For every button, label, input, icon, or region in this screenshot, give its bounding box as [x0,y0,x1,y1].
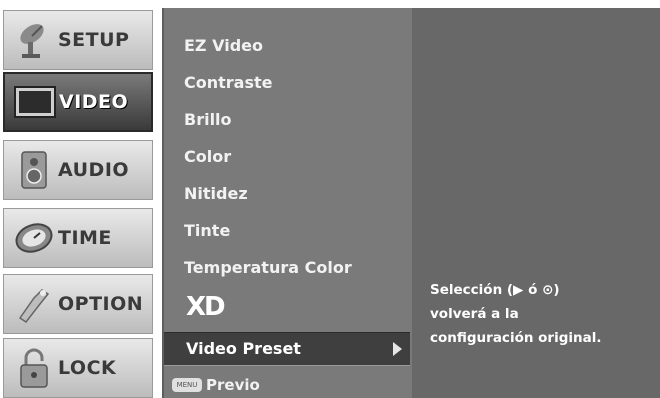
submenu-item-nitidez[interactable]: Nitidez [184,184,248,203]
option-icon [12,282,56,326]
menu-video[interactable]: VIDEO [3,72,153,132]
menu-lock[interactable]: LOCK [3,338,153,398]
submenu-item-ez-video[interactable]: EZ Video [184,36,263,55]
menu-key-icon: MENU [172,378,202,392]
info-text: Selección (▶ ó ⊙) volverá a la configura… [430,278,656,350]
video-submenu: EZ Video Contraste Brillo Color Nitidez … [162,8,412,398]
submenu-item-color[interactable]: Color [184,147,231,166]
menu-time[interactable]: TIME [3,208,153,268]
previous-hint[interactable]: MENU Previo [172,374,260,396]
xd-logo[interactable]: XD [186,292,226,322]
menu-audio[interactable]: AUDIO [3,140,153,200]
video-preset-label: Video Preset [186,339,301,358]
tv-screen-icon [13,80,57,124]
submenu-item-contraste[interactable]: Contraste [184,73,272,92]
category-menu: SETUP VIDEO AUDIO TIME OPTION LOCK [0,0,156,398]
menu-label: VIDEO [59,91,129,113]
menu-label: AUDIO [58,159,130,181]
info-line: configuración original. [430,330,602,346]
menu-label: LOCK [58,357,117,379]
submenu-item-brillo[interactable]: Brillo [184,110,232,129]
menu-setup[interactable]: SETUP [3,10,153,70]
menu-label: SETUP [58,29,130,51]
padlock-icon [12,346,56,390]
info-panel: Selección (▶ ó ⊙) volverá a la configura… [412,8,660,398]
menu-label: OPTION [58,293,144,315]
submenu-item-tinte[interactable]: Tinte [184,221,230,240]
info-line: Selección (▶ ó ⊙) [430,282,560,298]
info-line: volverá a la [430,306,519,322]
submenu-item-video-preset[interactable]: Video Preset [164,332,410,366]
satellite-dish-icon [12,18,56,62]
previous-label: Previo [206,376,260,394]
menu-label: TIME [58,227,112,249]
chevron-right-icon [393,342,402,356]
clock-icon [12,216,56,260]
speaker-icon [12,148,56,192]
submenu-item-temperatura-color[interactable]: Temperatura Color [184,258,352,277]
menu-option[interactable]: OPTION [3,274,153,334]
